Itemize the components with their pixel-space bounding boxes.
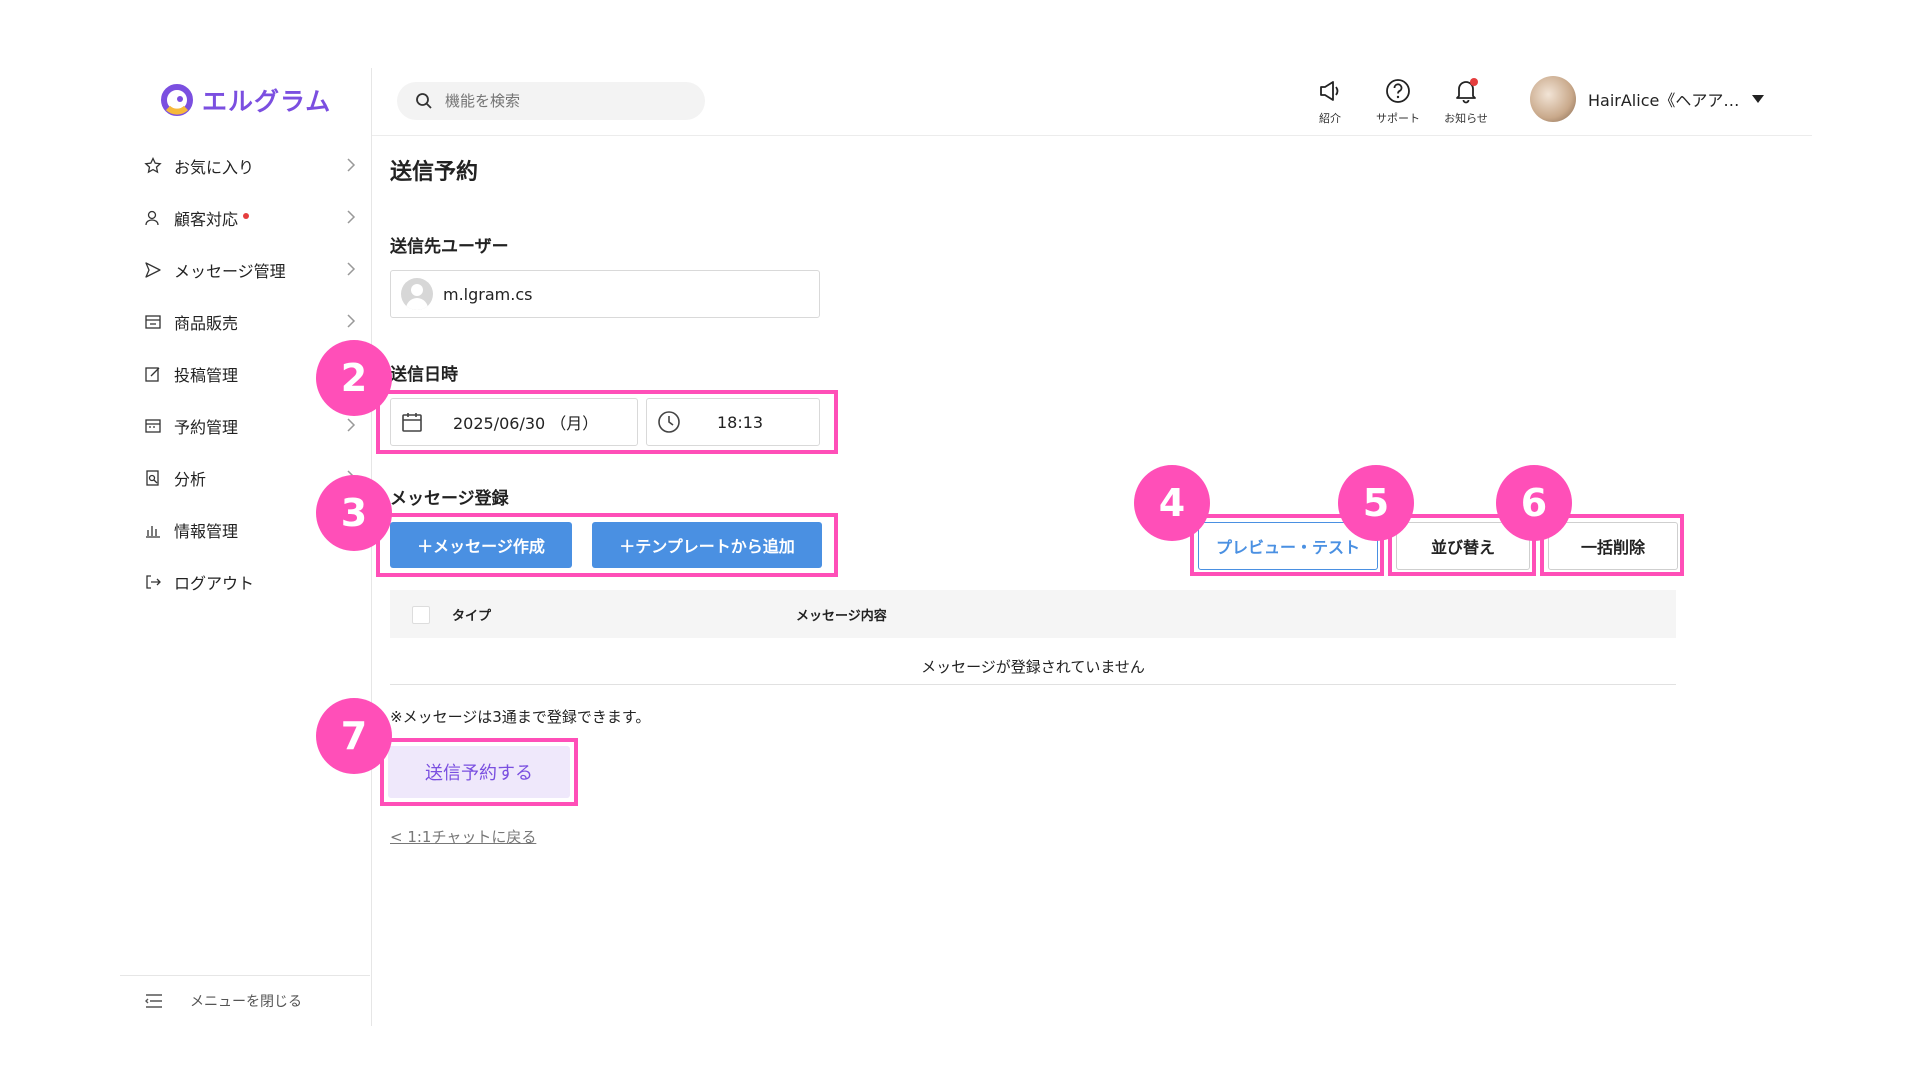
sidebar-item-label: ログアウト [174, 574, 255, 593]
recipient-name: m.lgram.cs [443, 284, 533, 304]
sidebar-item-label: 予約管理 [174, 418, 239, 437]
header-intro-button[interactable]: 紹介 [1300, 78, 1360, 126]
search-input[interactable] [443, 91, 687, 111]
user-menu[interactable]: HairAlice《ヘアア… [1530, 76, 1765, 122]
app-logo[interactable]: エルグラム [160, 82, 331, 118]
unread-dot [243, 213, 250, 219]
sidebar-item-label: 情報管理 [174, 522, 239, 541]
user-icon [144, 209, 162, 227]
megaphone-icon [1320, 78, 1343, 101]
sidebar: エルグラム お気に入り顧客対応メッセージ管理 商品販売投稿管理予約管理分析情報管理… [0, 0, 372, 1080]
recipient-label: 送信先ユーザー [390, 237, 509, 257]
select-all-checkbox[interactable] [412, 606, 430, 624]
bar-chart-icon [144, 521, 162, 539]
notifications-label: お知らせ [1444, 112, 1488, 125]
message-limit-note: ※メッセージは3通まで登録できます。 [390, 708, 651, 726]
header-notifications-button[interactable]: お知らせ [1436, 78, 1496, 126]
bell-icon [1456, 78, 1478, 104]
header-divider [372, 135, 1812, 136]
intro-label: 紹介 [1319, 112, 1341, 125]
annotation-badge-3: 3 [316, 475, 392, 551]
back-to-chat-link[interactable]: < 1:1チャットに戻る [390, 826, 536, 847]
edit-icon [144, 365, 162, 383]
logout-icon [144, 573, 162, 591]
sidebar-item-5[interactable]: 予約管理 [144, 408, 362, 444]
calendar-icon [144, 417, 162, 435]
sidebar-item-label: 分析 [174, 470, 207, 489]
chevron-right-icon [347, 158, 356, 172]
sidebar-item-label: 投稿管理 [174, 366, 239, 385]
chevron-right-icon [347, 262, 356, 276]
header-support-button[interactable]: サポート [1368, 78, 1428, 126]
logo-text: エルグラム [202, 87, 332, 116]
highlight-datetime [376, 390, 838, 454]
logo-icon [161, 84, 193, 116]
annotation-badge-2: 2 [316, 340, 392, 416]
close-menu-button[interactable]: メニューを閉じる [120, 975, 370, 1026]
chevron-right-icon [347, 314, 356, 328]
annotation-badge-4: 4 [1134, 465, 1210, 541]
column-message-content: メッセージ内容 [796, 609, 887, 624]
message-table-header: タイプ メッセージ内容 [390, 590, 1676, 638]
sidebar-item-label: メッセージ管理 [174, 262, 286, 281]
column-type: タイプ [452, 609, 492, 624]
send-icon [144, 261, 162, 279]
sidebar-item-label: 商品販売 [174, 314, 239, 333]
datetime-label: 送信日時 [390, 365, 458, 385]
sidebar-item-8[interactable]: ログアウト [144, 564, 362, 600]
sidebar-item-0[interactable]: お気に入り [144, 148, 362, 184]
support-label: サポート [1376, 112, 1420, 125]
user-name: HairAlice《ヘアア… [1588, 91, 1740, 110]
chevron-right-icon [347, 418, 356, 432]
menu-collapse-icon [145, 994, 162, 1008]
close-menu-label: メニューを閉じる [190, 994, 302, 1010]
sidebar-divider [371, 68, 372, 1026]
chevron-right-icon [347, 210, 356, 224]
highlight-message-buttons [376, 513, 838, 577]
annotation-badge-5: 5 [1338, 465, 1414, 541]
store-icon [144, 313, 162, 331]
sidebar-item-3[interactable]: 商品販売 [144, 304, 362, 340]
search-icon [416, 93, 432, 109]
sidebar-item-2[interactable]: メッセージ管理 [144, 252, 362, 288]
empty-table-message: メッセージが登録されていません [390, 648, 1676, 685]
sidebar-item-label: お気に入り [174, 158, 255, 177]
report-icon [144, 469, 162, 487]
sidebar-item-1[interactable]: 顧客対応 [144, 200, 362, 236]
help-icon [1386, 79, 1410, 103]
recipient-field: m.lgram.cs [390, 270, 820, 318]
annotation-badge-7: 7 [316, 698, 392, 774]
annotation-badge-6: 6 [1496, 465, 1572, 541]
highlight-submit [380, 738, 578, 806]
page-title: 送信予約 [390, 160, 479, 185]
caret-down-icon [1752, 95, 1765, 103]
recipient-avatar [401, 278, 433, 310]
sidebar-item-label: 顧客対応 [174, 210, 239, 229]
message-register-label: メッセージ登録 [390, 489, 509, 509]
star-icon [144, 157, 162, 175]
avatar [1530, 76, 1576, 122]
search-bar[interactable] [397, 82, 705, 120]
